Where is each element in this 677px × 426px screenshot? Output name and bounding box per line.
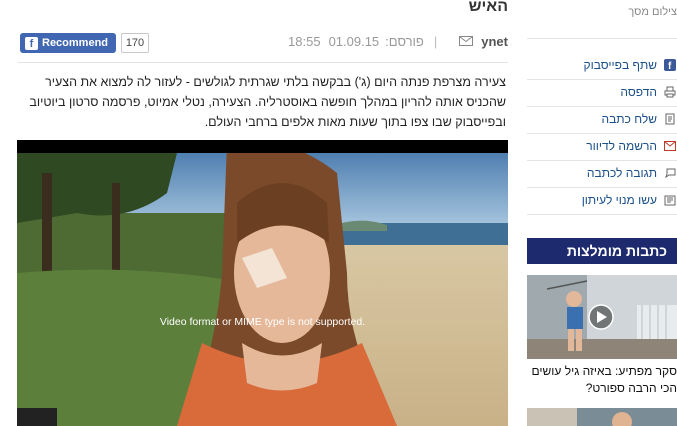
sidebar: צילום מסך שתף בפייסבוק f הדפסה שלח כתבה …	[527, 0, 677, 426]
share-send[interactable]: שלח כתבה	[527, 107, 677, 131]
recommended-thumbnail-2[interactable]	[527, 408, 677, 426]
recommended-caption[interactable]: סקר מפתיע: באיזה גיל עושים הכי הרבה ספור…	[527, 363, 677, 397]
share-newsletter[interactable]: הרשמה לדיוור	[527, 134, 677, 158]
send-icon	[663, 112, 677, 126]
article-summary: צעירה מצרפת פנתה היום (ג') בבקשה בלתי שג…	[29, 75, 506, 129]
recommended-thumbnail-image	[527, 275, 677, 359]
share-print[interactable]: הדפסה	[527, 80, 677, 104]
recommended-thumbnail-2-image	[527, 408, 677, 426]
share-facebook-label: שתף בפייסבוק	[583, 58, 657, 72]
print-icon	[663, 85, 677, 99]
recommended-header: כתבות מומלצות	[527, 238, 677, 264]
article-main: האיש f Recommend 170 ynet | פורסם: 01.09…	[0, 0, 520, 426]
facebook-icon: f	[25, 36, 38, 50]
video-unsupported-message: Video format or MIME type is not support…	[159, 316, 366, 328]
comment-icon	[663, 166, 677, 180]
article-meta: ynet | פורסם: 01.09.15 18:55	[288, 34, 508, 49]
envelope-icon[interactable]	[459, 34, 474, 49]
share-facebook[interactable]: שתף בפייסבוק f	[527, 53, 677, 77]
sidebar-divider	[527, 38, 677, 39]
meta-separator: |	[433, 34, 438, 49]
share-comment-label: תגובה לכתבה	[586, 166, 657, 180]
video-frame-image	[17, 153, 508, 426]
share-comment[interactable]: תגובה לכתבה	[527, 161, 677, 185]
share-newsletter-label: הרשמה לדיוור	[586, 139, 657, 153]
facebook-recommend-label: Recommend	[42, 37, 109, 49]
article-title-line: האיש	[468, 0, 508, 15]
photo-credit: צילום מסך	[628, 6, 677, 18]
article-meta-bar: f Recommend 170 ynet | פורסם: 01.09.15 1…	[18, 32, 508, 54]
meta-divider	[18, 62, 508, 63]
facebook-recommend-button[interactable]: f Recommend	[20, 33, 116, 53]
share-subscribe-label: עשו מנוי לעיתון	[581, 193, 657, 207]
newspaper-icon	[663, 193, 677, 207]
article-author[interactable]: ynet	[481, 34, 508, 49]
facebook-icon: f	[663, 58, 677, 72]
article-title: האיש	[8, 0, 508, 18]
share-subscribe[interactable]: עשו מנוי לעיתון	[527, 188, 677, 212]
recommended-thumbnail[interactable]	[527, 275, 677, 359]
published-label: פורסם:	[385, 34, 424, 49]
facebook-recommend-count: 170	[121, 33, 149, 53]
share-send-label: שלח כתבה	[601, 112, 657, 126]
published-time: 18:55	[288, 34, 321, 49]
video-player[interactable]: Video format or MIME type is not support…	[17, 140, 508, 426]
published-date: 01.09.15	[328, 34, 380, 49]
share-print-label: הדפסה	[620, 85, 657, 99]
sidebar-divider	[527, 214, 677, 215]
mail-icon	[663, 139, 677, 153]
recommended-header-title: כתבות מומלצות	[566, 243, 667, 259]
